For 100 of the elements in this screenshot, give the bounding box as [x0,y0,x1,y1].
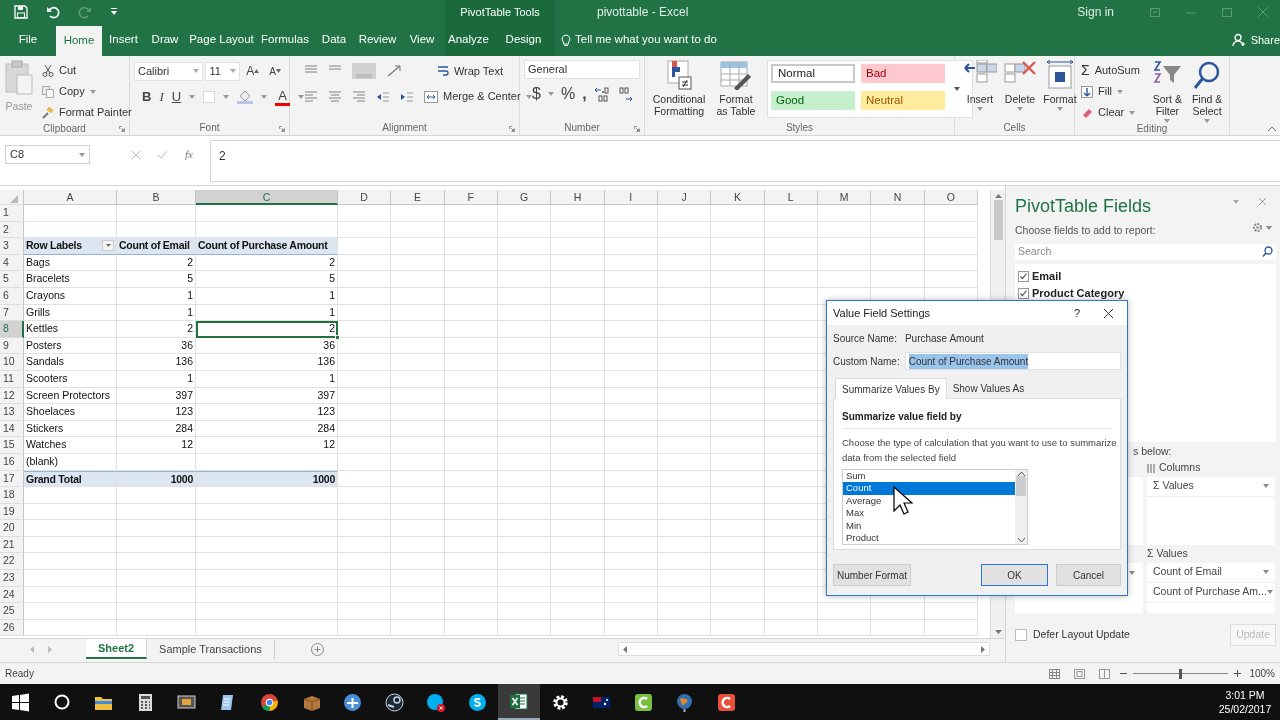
column-header[interactable]: K [711,190,765,205]
column-header[interactable]: F [444,190,498,205]
scroll-right-icon[interactable] [981,645,985,653]
cell-style-option[interactable]: Bad [861,64,945,83]
ribbon-tab[interactable]: Formulas [258,24,312,56]
ribbon-tab[interactable]: Draw [145,24,185,56]
wrap-text-button[interactable]: Wrap Text [436,60,503,82]
ribbon-tab[interactable]: File [0,24,56,56]
list-option[interactable]: Product [843,531,1015,545]
dialog-tab[interactable]: Summarize Values By [835,378,947,399]
ok-button[interactable]: OK [981,564,1048,586]
formula-field[interactable]: 2 [210,140,1280,182]
number-format-field[interactable]: General [524,60,640,79]
ribbon-tab[interactable]: Home [56,26,102,56]
currency-button[interactable]: $ [532,83,541,105]
horizontal-scrollbar[interactable] [618,642,990,656]
filter-dropdown-button[interactable] [102,240,114,252]
dialog-tab[interactable]: Show Values As [946,378,1031,399]
cut-button[interactable]: Cut [42,60,132,81]
underline-button[interactable]: U [171,86,182,108]
row-header[interactable]: 22 [0,553,24,571]
dialog-launcher-icon[interactable] [509,126,515,132]
column-header[interactable]: A [24,190,117,205]
editor-icon[interactable] [716,692,736,712]
help-button[interactable]: ? [1073,304,1080,322]
field-name[interactable]: Product Category [1032,285,1125,302]
format-cells-button[interactable]: Format [1043,60,1077,122]
ribbon-tab[interactable]: View [399,24,445,56]
ribbon-tab[interactable]: Design [492,24,555,56]
decrease-decimal-icon[interactable] [616,86,633,102]
cell-style-option[interactable]: Neutral [861,91,945,110]
scroll-up-icon[interactable] [994,194,1002,198]
row-header[interactable]: 13 [0,404,24,421]
format-as-table-button[interactable]: Format as Table [713,60,759,122]
list-scrollbar[interactable] [1015,470,1027,544]
percent-button[interactable]: % [560,83,576,105]
zoom-in-icon[interactable] [1234,670,1242,677]
customize-caret-icon[interactable] [110,8,118,16]
checkbox[interactable] [1015,628,1027,641]
font-size-field[interactable]: 11 [205,61,241,81]
collapse-ribbon-icon[interactable] [1268,126,1276,131]
column-header[interactable]: J [657,190,712,205]
font-color-button[interactable]: A [275,88,290,106]
row-header[interactable]: 25 [0,603,24,620]
format-painter-button[interactable]: Format Painter [42,102,132,123]
row-header[interactable]: 3 [0,238,24,255]
area-field-item[interactable]: Count of Email [1147,562,1275,583]
ribbon-tab[interactable]: Analyze [445,24,492,56]
dialog-launcher-icon[interactable] [634,126,640,132]
row-header[interactable]: 18 [0,487,24,504]
column-header[interactable]: I [604,190,658,205]
row-header[interactable]: 5 [0,271,24,288]
ribbon-tab[interactable]: Insert [102,24,145,56]
area-field-item[interactable]: Count of Purchase Am... [1147,582,1275,603]
clear-button[interactable]: Clear [1081,102,1146,123]
increase-indent-icon[interactable] [400,90,414,103]
list-option[interactable]: Average [843,494,1015,508]
checkbox[interactable] [1018,287,1029,299]
column-header[interactable]: H [551,190,605,205]
search-prompt[interactable]: Tell me what you want to do [575,31,717,49]
sort-filter-button[interactable]: Sort & Filter [1149,60,1186,123]
decrease-indent-icon[interactable] [376,90,390,103]
save-icon[interactable] [14,5,28,19]
close-pane-icon[interactable] [1259,198,1266,205]
merge-center-button[interactable]: Merge & Center [424,86,532,107]
checkbox[interactable] [1018,270,1029,282]
add-sheet-icon[interactable] [310,643,324,656]
column-header[interactable]: E [391,190,445,205]
increase-decimal-icon[interactable] [593,86,610,102]
column-header[interactable]: M [817,190,872,205]
scroll-down-icon[interactable] [994,630,1002,634]
column-header[interactable]: L [764,190,818,205]
search-field[interactable]: Search [1015,243,1276,260]
row-header[interactable]: 15 [0,437,24,454]
cell-style-option[interactable]: Normal [771,64,855,83]
tools-button[interactable] [1252,222,1272,234]
name-box[interactable]: C8 [5,145,90,164]
spreadsheet-app-icon[interactable] [509,691,529,711]
list-option[interactable]: Max [843,507,1015,520]
row-header[interactable]: 10 [0,354,24,371]
grow-font-button[interactable]: A [242,60,264,82]
fill-color-icon[interactable] [237,90,254,104]
comma-button[interactable]: , [582,83,587,105]
dialog-launcher-icon[interactable] [119,126,125,132]
scroll-thumb[interactable] [1016,476,1026,496]
scroll-left-icon[interactable] [623,645,627,653]
ribbon-tab[interactable]: Review [356,24,399,56]
page-break-view-icon[interactable] [1099,668,1111,679]
undo-icon[interactable] [46,5,60,19]
page-layout-view-icon[interactable] [1074,668,1086,679]
chat-app-icon[interactable] [467,692,487,712]
conditional-formatting-button[interactable]: Conditional Formatting [649,60,709,122]
column-header[interactable]: G [498,190,552,205]
scroll-up-icon[interactable] [1017,472,1025,476]
fill-button[interactable]: Fill [1081,81,1146,102]
close-icon[interactable] [1104,308,1113,318]
pane-options-caret-icon[interactable] [1233,199,1239,204]
autosum-button[interactable]: Σ AutoSum [1081,60,1146,81]
orientation-icon[interactable] [386,64,404,78]
zoom-out-icon[interactable] [1120,670,1128,677]
